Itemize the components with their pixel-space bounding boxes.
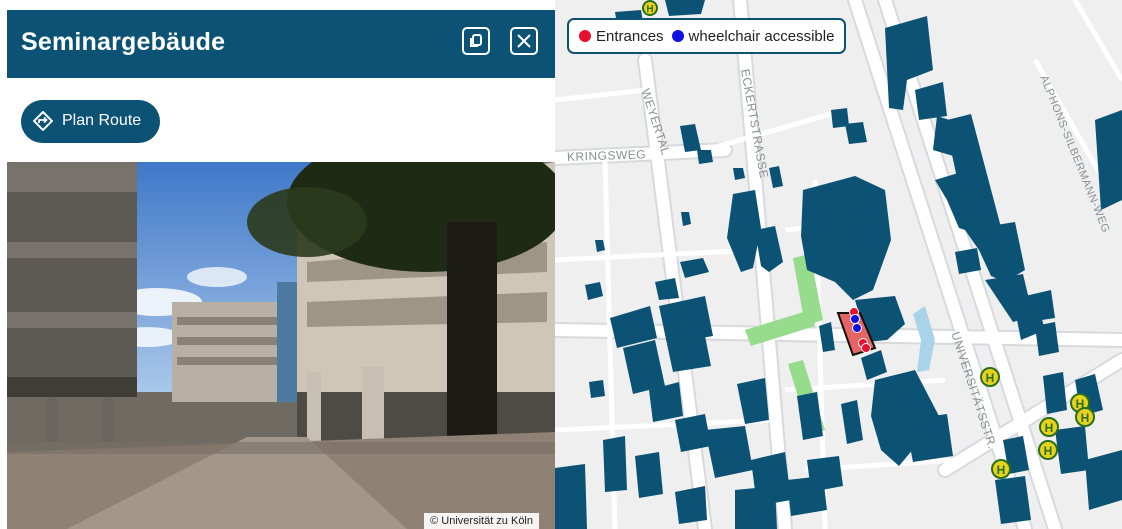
entrance-marker[interactable] [861, 343, 871, 353]
panel-header: Seminargebäude [7, 10, 555, 78]
copy-button[interactable] [462, 27, 490, 55]
accessible-entrance-marker[interactable] [852, 323, 862, 333]
close-icon [517, 34, 531, 48]
map-legend: Entrances wheelchair accessible [567, 18, 847, 54]
legend-wheelchair: wheelchair accessible [671, 27, 835, 45]
svg-text:H: H [1045, 421, 1054, 435]
plan-route-button[interactable]: Plan Route [21, 100, 160, 143]
legend-entrances-label: Entrances [596, 27, 664, 45]
accessible-entrance-marker[interactable] [850, 314, 860, 324]
svg-text:H: H [1044, 444, 1053, 458]
copy-icon [470, 34, 482, 47]
legend-entrances: Entrances [579, 28, 664, 45]
svg-text:H: H [997, 463, 1006, 477]
campus-map[interactable]: H H H H H H H WEYERTAL ECKERTSTRASSE KRI… [555, 0, 1122, 529]
plan-route-label: Plan Route [62, 112, 142, 129]
street-label-kringsweg: KRINGSWEG [566, 147, 647, 164]
bus-stop-icon[interactable]: H [1038, 440, 1058, 460]
bus-stop-icon[interactable]: H [980, 367, 1000, 387]
close-button[interactable] [510, 27, 538, 55]
svg-text:H: H [986, 371, 995, 385]
svg-text:H: H [646, 4, 653, 15]
legend-accessible-label: wheelchair accessible [688, 27, 835, 45]
bus-stop-icon[interactable]: H [642, 0, 658, 16]
svg-text:H: H [1081, 411, 1090, 425]
bus-stop-icon[interactable]: H [1039, 417, 1059, 437]
building-photo: © Universität zu Köln [7, 162, 555, 529]
entrance-dot-icon [579, 30, 591, 42]
building-detail-panel: Seminargebäude Plan Route © Universität … [0, 0, 555, 529]
accessible-dot-icon [671, 30, 684, 42]
bus-stop-icon[interactable]: H [1075, 407, 1095, 427]
photo-credit: © Universität zu Köln [424, 513, 539, 529]
bus-stop-icon[interactable]: H [991, 459, 1011, 479]
panel-title: Seminargebäude [21, 28, 226, 56]
route-diamond-icon [33, 111, 53, 131]
